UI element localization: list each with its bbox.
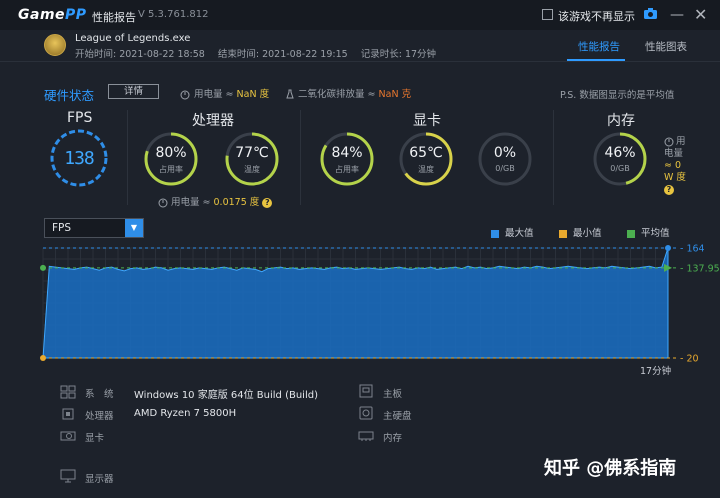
memory-power-usage: 用 电量 ≈ 0 W 度 ?	[664, 136, 686, 195]
version-label: V 5.3.761.812	[138, 9, 209, 20]
legend-max: 最大值	[491, 225, 534, 239]
monitor-icon	[60, 469, 76, 483]
memory-title: 内存	[607, 113, 635, 129]
tick-label: - 137.95	[680, 263, 720, 274]
cpu-temp-value: 77℃	[235, 145, 269, 161]
cpu-value: AMD Ryzen 7 5800H	[134, 408, 237, 419]
window-title: 性能报告	[92, 11, 136, 24]
gpu-title: 显卡	[413, 113, 441, 129]
gpu-memory-label: 0/GB	[495, 164, 515, 173]
memory-icon	[358, 431, 374, 441]
game-name: League of Legends.exe	[75, 33, 191, 44]
gpu-usage-label: 占用率	[335, 165, 359, 174]
gpu-icon	[60, 431, 76, 441]
power-usage: 用电量 ≈ NaN 度	[180, 86, 269, 100]
metric-select[interactable]: FPS ▼	[44, 218, 144, 238]
max-point	[665, 245, 671, 251]
close-button[interactable]: ✕	[694, 5, 707, 24]
cpu-usage-value: 80%	[155, 145, 187, 161]
tick-label: - 20	[680, 354, 699, 365]
no-show-label[interactable]: 该游戏不再显示	[558, 8, 635, 24]
divider	[553, 110, 554, 205]
power-value: NaN 度	[236, 89, 270, 100]
avg-point	[40, 264, 46, 271]
power-icon	[158, 198, 168, 207]
memory-usage-value: 46%	[604, 145, 636, 161]
co2-emission: 二氧化碳排放量 ≈ NaN 克	[286, 86, 411, 100]
title-bar: GamePP 性能报告 V 5.3.761.812 该游戏不再显示 — ✕	[0, 0, 720, 30]
cpu-temp-label: 温度	[244, 165, 260, 174]
camera-icon[interactable]	[644, 8, 657, 19]
gamepp-logo: GamePP	[18, 7, 87, 23]
cpu-label: 处理器	[85, 411, 114, 422]
os-value: Windows 10 家庭版 64位 Build (Build)	[134, 390, 318, 401]
min-point	[40, 355, 46, 361]
motherboard-icon	[359, 384, 373, 398]
watermark: 知乎 @佛系指南	[544, 458, 677, 479]
detail-button[interactable]: 详情	[108, 84, 159, 99]
gpu-memory-value: 0%	[493, 145, 517, 161]
gpu-label: 显卡	[85, 433, 105, 444]
memory-usage-label: 0/GB	[610, 164, 630, 173]
tab-performance-report[interactable]: 性能报告	[578, 39, 620, 54]
fps-chart[interactable]: - 164 - 137.95 - 20	[0, 238, 720, 378]
cpu-icon	[62, 408, 74, 420]
duration: 记录时长: 17分钟	[360, 49, 437, 60]
game-icon	[44, 34, 66, 56]
average-note: P.S. 数据图显示的是平均值	[560, 90, 675, 101]
gpu-temp-value: 65℃	[409, 145, 443, 161]
legend-min: 最小值	[559, 225, 602, 239]
no-show-checkbox[interactable]	[542, 9, 553, 20]
start-time: 开始时间: 2021-08-22 18:58	[75, 49, 205, 60]
cpu-power-value: 0.0175 度	[213, 197, 260, 208]
cpu-title: 处理器	[192, 113, 234, 129]
power-icon	[664, 137, 674, 146]
divider	[0, 61, 720, 62]
ram-label: 内存	[383, 433, 403, 444]
metric-select-value: FPS	[52, 222, 72, 234]
tick-label: - 164	[680, 244, 705, 255]
divider	[300, 110, 301, 205]
windows-icon	[60, 385, 76, 399]
chevron-down-icon[interactable]: ▼	[125, 219, 143, 237]
disk-label: 主硬盘	[383, 411, 412, 422]
tab-performance-chart[interactable]: 性能图表	[645, 39, 687, 54]
gpu-usage-value: 84%	[331, 145, 363, 161]
fps-value: 138	[64, 148, 95, 169]
cpu-power-usage: 用电量 ≈ 0.0175 度 ?	[158, 194, 273, 208]
hardware-status-title: 硬件状态	[44, 88, 95, 103]
co2-value: NaN 克	[378, 89, 412, 100]
game-times: 开始时间: 2021-08-22 18:58 结束时间: 2021-08-22 …	[75, 46, 446, 60]
disk-icon	[359, 406, 373, 420]
minimize-button[interactable]: —	[670, 7, 684, 23]
end-time: 结束时间: 2021-08-22 19:15	[217, 49, 348, 60]
board-label: 主板	[383, 389, 403, 400]
legend-avg: 平均值	[627, 225, 670, 239]
fps-title: FPS	[67, 110, 93, 126]
cpu-usage-label: 占用率	[159, 165, 183, 174]
help-icon[interactable]: ?	[664, 184, 674, 195]
power-icon	[180, 90, 190, 99]
os-label: 系 统	[85, 389, 114, 400]
co2-icon	[286, 89, 294, 99]
divider	[127, 110, 128, 205]
help-icon[interactable]: ?	[262, 197, 273, 208]
gpu-temp-label: 温度	[418, 165, 434, 174]
chart-x-label: 17分钟	[640, 366, 672, 377]
display-label: 显示器	[85, 474, 114, 485]
